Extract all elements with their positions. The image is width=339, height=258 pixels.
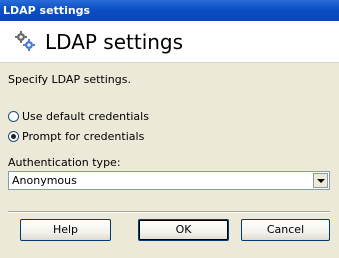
help-button[interactable]: Help: [20, 219, 111, 241]
window-title: LDAP settings: [3, 4, 91, 17]
prompt-for-credentials-label: Prompt for credentials: [22, 129, 145, 143]
chevron-down-icon[interactable]: [313, 173, 328, 188]
dialog-content: Specify LDAP settings. Use default crede…: [0, 63, 339, 258]
authentication-type-label: Authentication type:: [8, 156, 121, 169]
authentication-type-value: Anonymous: [12, 174, 77, 187]
title-bar[interactable]: LDAP settings: [0, 0, 339, 21]
ldap-settings-dialog: LDAP settings LDAP settings Specify LDAP…: [0, 0, 339, 258]
page-title: LDAP settings: [45, 30, 184, 54]
ldap-settings-icon: [15, 31, 35, 51]
ok-button[interactable]: OK: [138, 219, 229, 241]
radio-button-unchecked[interactable]: [8, 110, 19, 122]
cancel-button[interactable]: Cancel: [241, 219, 330, 241]
description-text: Specify LDAP settings.: [8, 73, 131, 86]
use-default-credentials-label: Use default credentials: [22, 109, 149, 123]
divider: [8, 211, 330, 213]
radio-button-checked[interactable]: [8, 130, 19, 142]
dialog-header: LDAP settings: [0, 21, 339, 63]
prompt-for-credentials-radio[interactable]: Prompt for credentials: [8, 129, 144, 143]
use-default-credentials-radio[interactable]: Use default credentials: [8, 109, 149, 123]
authentication-type-select[interactable]: Anonymous: [8, 171, 330, 190]
